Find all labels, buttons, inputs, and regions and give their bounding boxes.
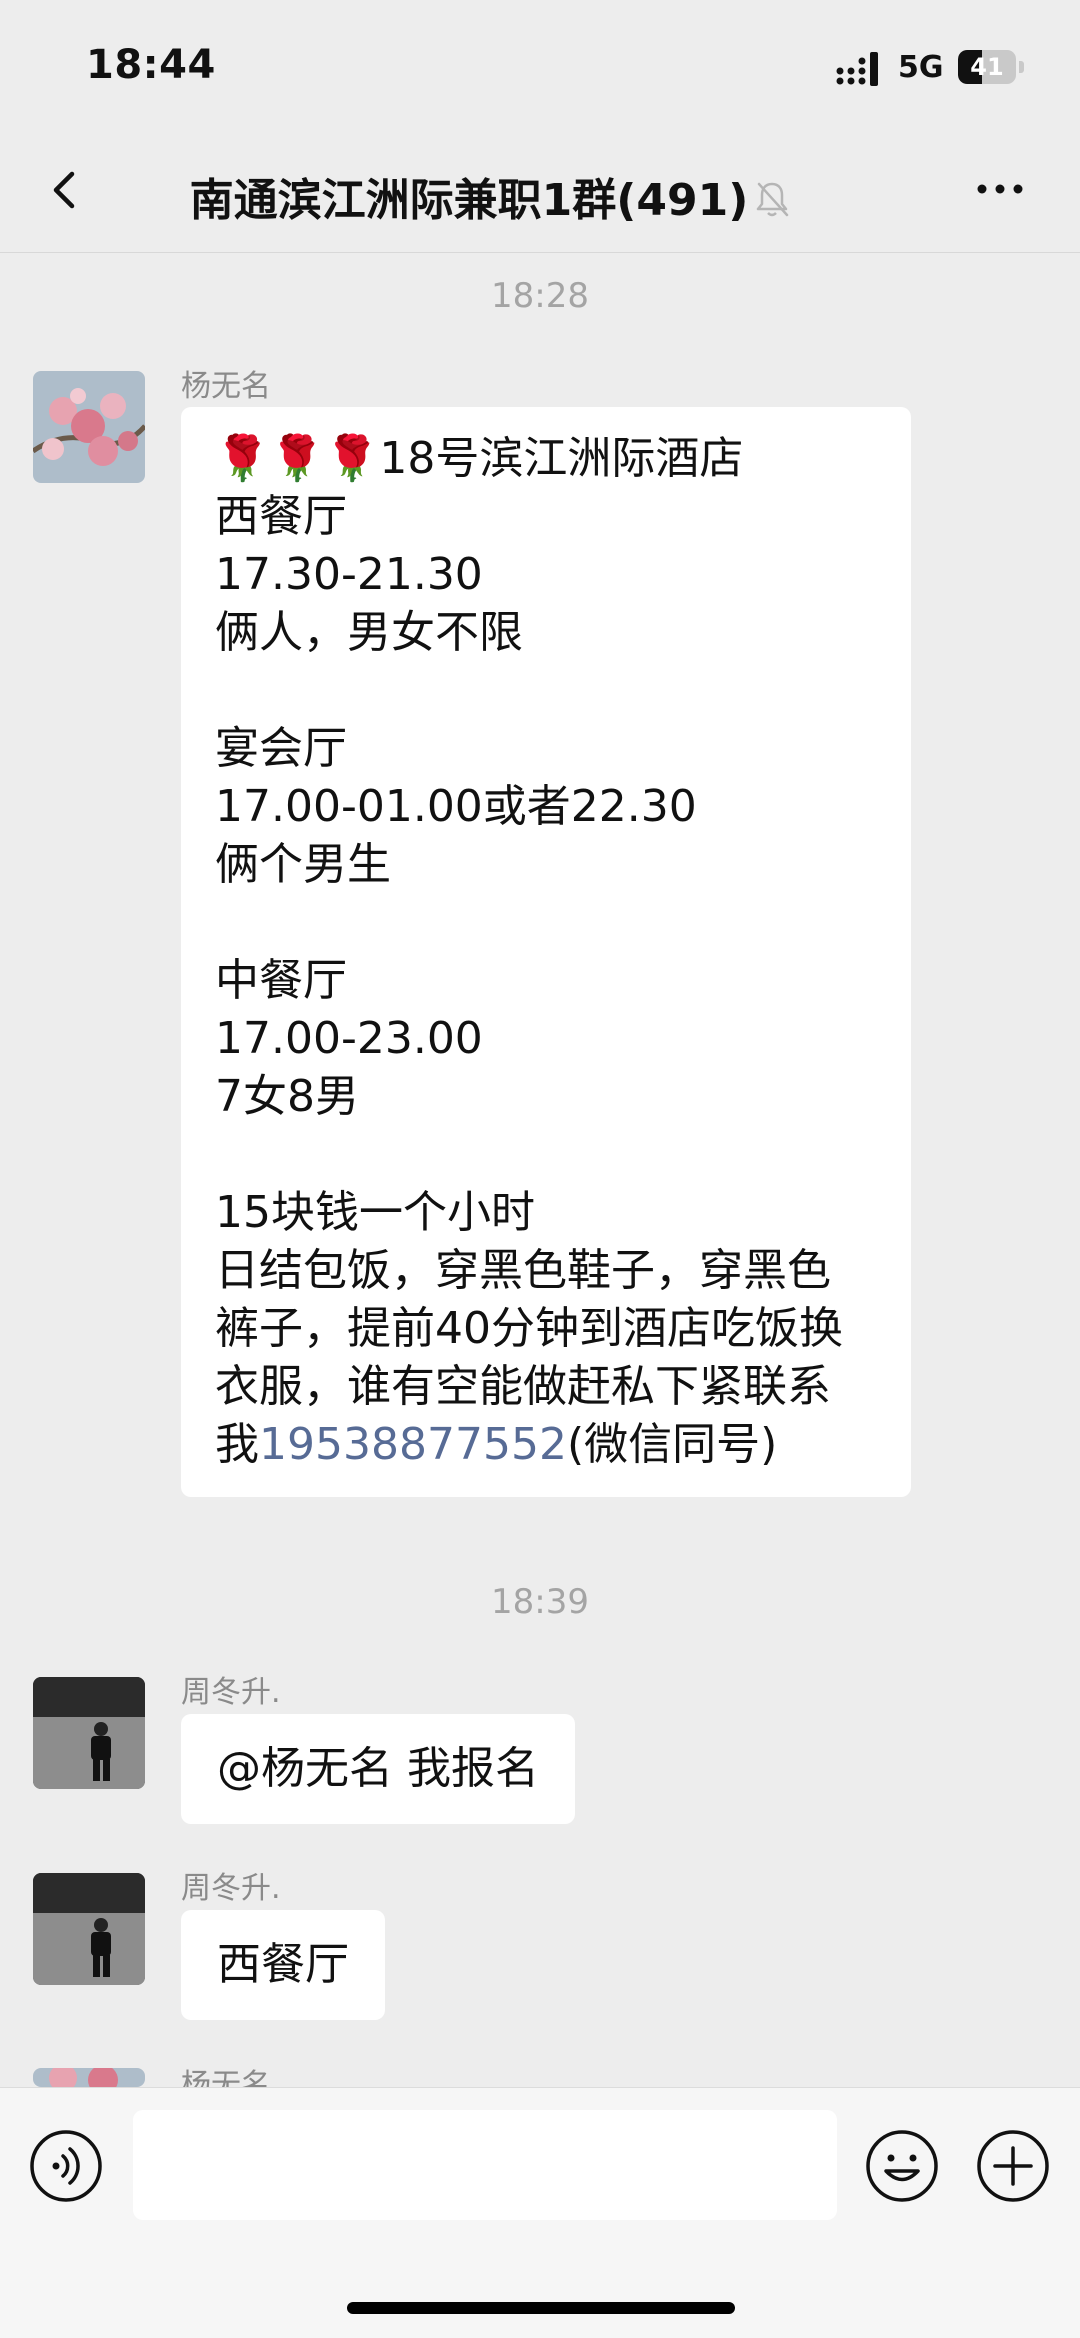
blossom-photo [33,2068,145,2087]
message-bubble[interactable]: 🌹🌹🌹18号滨江洲际酒店 西餐厅 17.30-21.30 俩人，男女不限 宴会厅… [181,407,911,1497]
battery-icon: 41 [958,50,1024,84]
plus-icon[interactable] [975,2128,1051,2204]
message-bubble[interactable]: 西餐厅 [181,1910,385,2020]
message-bubble[interactable]: @杨无名 我报名 [181,1714,575,1824]
message-timestamp: 18:39 [491,1582,589,1622]
avatar[interactable] [33,1677,145,1789]
message-sender: 杨无名 [181,2068,271,2087]
input-bar [0,2087,1080,2338]
person-photo [33,1677,145,1789]
phone-link[interactable]: 19538877552 [259,1419,567,1470]
chat-header: 南通滨江洲际兼职1群(491) [0,130,1080,253]
more-dots-icon[interactable] [970,164,1030,214]
message-text-suffix: (微信同号) [566,1419,778,1470]
message-timestamp: 18:28 [491,276,589,316]
message-text: 西餐厅 [217,1939,349,1990]
person-photo [33,1873,145,1985]
bell-off-icon [757,182,789,217]
signal-icon [836,52,878,86]
chat-title: 南通滨江洲际兼职1群(491) [140,164,840,228]
chat-title-text: 南通滨江洲际兼职1群(491) [189,175,749,226]
voice-icon[interactable] [28,2128,104,2204]
message-sender: 杨无名 [181,369,271,404]
blossom-photo [33,371,145,483]
message-sender: 周冬升. [181,1675,281,1710]
status-bar: 18:44 5G 41 [0,0,1080,130]
avatar[interactable] [33,1873,145,1985]
message-input[interactable] [133,2110,837,2220]
chevron-left-icon[interactable] [36,160,96,220]
avatar[interactable] [33,2068,145,2087]
avatar[interactable] [33,371,145,483]
message-text: 🌹🌹🌹18号滨江洲际酒店 西餐厅 17.30-21.30 俩人，男女不限 宴会厅… [215,433,843,1470]
message-sender: 周冬升. [181,1871,281,1906]
network-type: 5G [898,50,944,85]
home-indicator[interactable] [347,2302,735,2314]
message-text: @杨无名 我报名 [217,1743,539,1794]
status-time: 18:44 [86,42,216,88]
emoji-icon[interactable] [864,2128,940,2204]
battery-level: 41 [970,53,1004,81]
